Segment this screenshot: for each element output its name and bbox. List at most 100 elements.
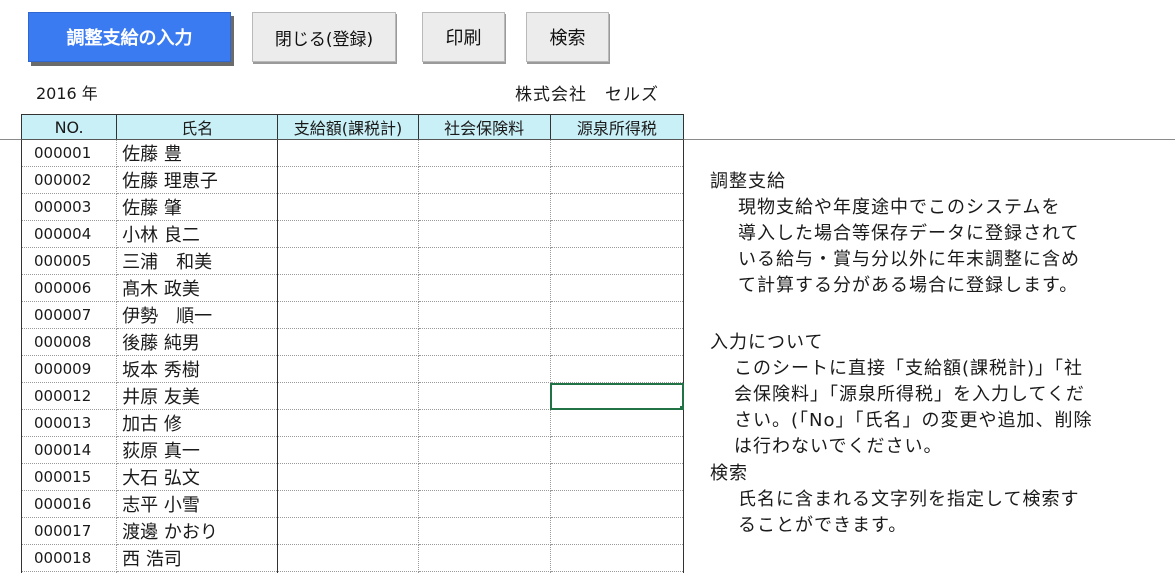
cell-name[interactable]: 西 浩司 (116, 544, 279, 572)
cell-payment[interactable] (277, 490, 419, 518)
cell-social-insurance[interactable] (418, 355, 551, 383)
cell-withholding-tax[interactable] (550, 544, 684, 572)
cell-no[interactable]: 000007 (21, 301, 118, 329)
help-section-input: 入力について このシートに直接「支給額(課税計)」「社 会保険料」「源泉所得税」… (710, 330, 1093, 460)
cell-payment[interactable] (277, 193, 419, 221)
cell-no[interactable]: 000004 (21, 220, 118, 248)
cell-no[interactable]: 000006 (21, 274, 118, 302)
cell-withholding-tax[interactable] (550, 166, 684, 194)
cell-name[interactable]: 髙木 政美 (116, 274, 279, 302)
cell-social-insurance[interactable] (418, 409, 551, 437)
help-title: 調整支給 (710, 171, 786, 192)
cell-payment[interactable] (277, 247, 419, 275)
cell-withholding-tax[interactable] (550, 409, 684, 437)
help-line: ることができます。 (738, 515, 908, 536)
cell-payment[interactable] (277, 328, 419, 356)
cell-payment[interactable] (277, 166, 419, 194)
cell-social-insurance[interactable] (418, 301, 551, 329)
cell-social-insurance[interactable] (418, 517, 551, 545)
cell-name[interactable]: 後藤 純男 (116, 328, 279, 356)
cell-withholding-tax[interactable] (550, 355, 684, 383)
cell-payment[interactable] (277, 517, 419, 545)
help-line: 氏名に含まれる文字列を指定して検索す (738, 489, 1080, 510)
cell-name[interactable]: 佐藤 豊 (116, 139, 279, 167)
cell-payment[interactable] (277, 463, 419, 491)
cell-payment[interactable] (277, 409, 419, 437)
cell-name[interactable]: 志平 小雪 (116, 490, 279, 518)
help-line: 現物支給や年度途中でこのシステムを (738, 197, 1061, 218)
cell-social-insurance[interactable] (418, 166, 551, 194)
cell-name[interactable]: 井原 友美 (116, 382, 279, 410)
cell-payment[interactable] (277, 220, 419, 248)
cell-name[interactable]: 渡邊 かおり (116, 517, 279, 545)
cell-no[interactable]: 000002 (21, 166, 118, 194)
cell-social-insurance[interactable] (418, 220, 551, 248)
cell-social-insurance[interactable] (418, 139, 551, 167)
help-line: 導入した場合等保存データに登録されて (738, 223, 1080, 244)
cell-payment[interactable] (277, 544, 419, 572)
cell-withholding-tax[interactable] (550, 517, 684, 545)
column-header-social-insurance: 社会保険料 (418, 114, 551, 140)
help-section-adjustment: 調整支給 現物支給や年度途中でこのシステムを 導入した場合等保存データに登録され… (710, 169, 1080, 299)
cell-withholding-tax[interactable] (550, 301, 684, 329)
cell-withholding-tax[interactable] (550, 328, 684, 356)
cell-withholding-tax[interactable] (550, 436, 684, 464)
cell-no[interactable]: 000015 (21, 463, 118, 491)
print-button[interactable]: 印刷 (422, 12, 505, 62)
cell-name[interactable]: 坂本 秀樹 (116, 355, 279, 383)
cell-social-insurance[interactable] (418, 436, 551, 464)
cell-no[interactable]: 000008 (21, 328, 118, 356)
cell-name[interactable]: 大石 弘文 (116, 463, 279, 491)
cell-social-insurance[interactable] (418, 490, 551, 518)
cell-name[interactable]: 小林 良二 (116, 220, 279, 248)
cell-social-insurance[interactable] (418, 463, 551, 491)
cell-name[interactable]: 佐藤 肇 (116, 193, 279, 221)
cell-no[interactable]: 000009 (21, 355, 118, 383)
cell-withholding-tax[interactable] (550, 139, 684, 167)
table-row: 000003 佐藤 肇 (21, 193, 684, 221)
cell-name[interactable]: 加古 修 (116, 409, 279, 437)
column-header-withholding-tax: 源泉所得税 (550, 114, 684, 140)
cell-name[interactable]: 佐藤 理恵子 (116, 166, 279, 194)
cell-payment[interactable] (277, 382, 419, 410)
cell-social-insurance[interactable] (418, 274, 551, 302)
cell-social-insurance[interactable] (418, 193, 551, 221)
cell-withholding-tax[interactable] (550, 193, 684, 221)
cell-payment[interactable] (277, 436, 419, 464)
cell-no[interactable]: 000014 (21, 436, 118, 464)
adjustment-input-button[interactable]: 調整支給の入力 (28, 12, 231, 62)
cell-no[interactable]: 000016 (21, 490, 118, 518)
cell-payment[interactable] (277, 139, 419, 167)
cell-no[interactable]: 000012 (21, 382, 118, 410)
cell-social-insurance[interactable] (418, 247, 551, 275)
cell-withholding-tax[interactable] (550, 463, 684, 491)
cell-no[interactable]: 000018 (21, 544, 118, 572)
cell-payment[interactable] (277, 301, 419, 329)
cell-social-insurance[interactable] (418, 382, 551, 410)
cell-name[interactable]: 三浦 和美 (116, 247, 279, 275)
cell-withholding-tax[interactable] (550, 247, 684, 275)
cell-name[interactable]: 伊勢 順一 (116, 301, 279, 329)
cell-withholding-tax[interactable] (550, 220, 684, 248)
table-row: 000012 井原 友美 (21, 382, 684, 410)
cell-no[interactable]: 000017 (21, 517, 118, 545)
table-header-row: NO. 氏名 支給額(課税計) 社会保険料 源泉所得税 (21, 114, 684, 140)
cell-no[interactable]: 000013 (21, 409, 118, 437)
cell-no[interactable]: 000001 (21, 139, 118, 167)
table-row: 000018 西 浩司 (21, 544, 684, 572)
cell-payment[interactable] (277, 274, 419, 302)
year-label: 2016 年 (36, 84, 98, 103)
cell-withholding-tax[interactable] (550, 382, 684, 410)
cell-no[interactable]: 000003 (21, 193, 118, 221)
cell-social-insurance[interactable] (418, 544, 551, 572)
cell-no[interactable]: 000005 (21, 247, 118, 275)
cell-withholding-tax[interactable] (550, 490, 684, 518)
cell-name[interactable]: 荻原 真一 (116, 436, 279, 464)
table-row: 000006 髙木 政美 (21, 274, 684, 302)
cell-social-insurance[interactable] (418, 328, 551, 356)
close-register-button[interactable]: 閉じる(登録) (252, 12, 396, 62)
cell-payment[interactable] (277, 355, 419, 383)
search-button[interactable]: 検索 (526, 12, 609, 62)
cell-withholding-tax[interactable] (550, 274, 684, 302)
table-row: 000017 渡邊 かおり (21, 517, 684, 545)
